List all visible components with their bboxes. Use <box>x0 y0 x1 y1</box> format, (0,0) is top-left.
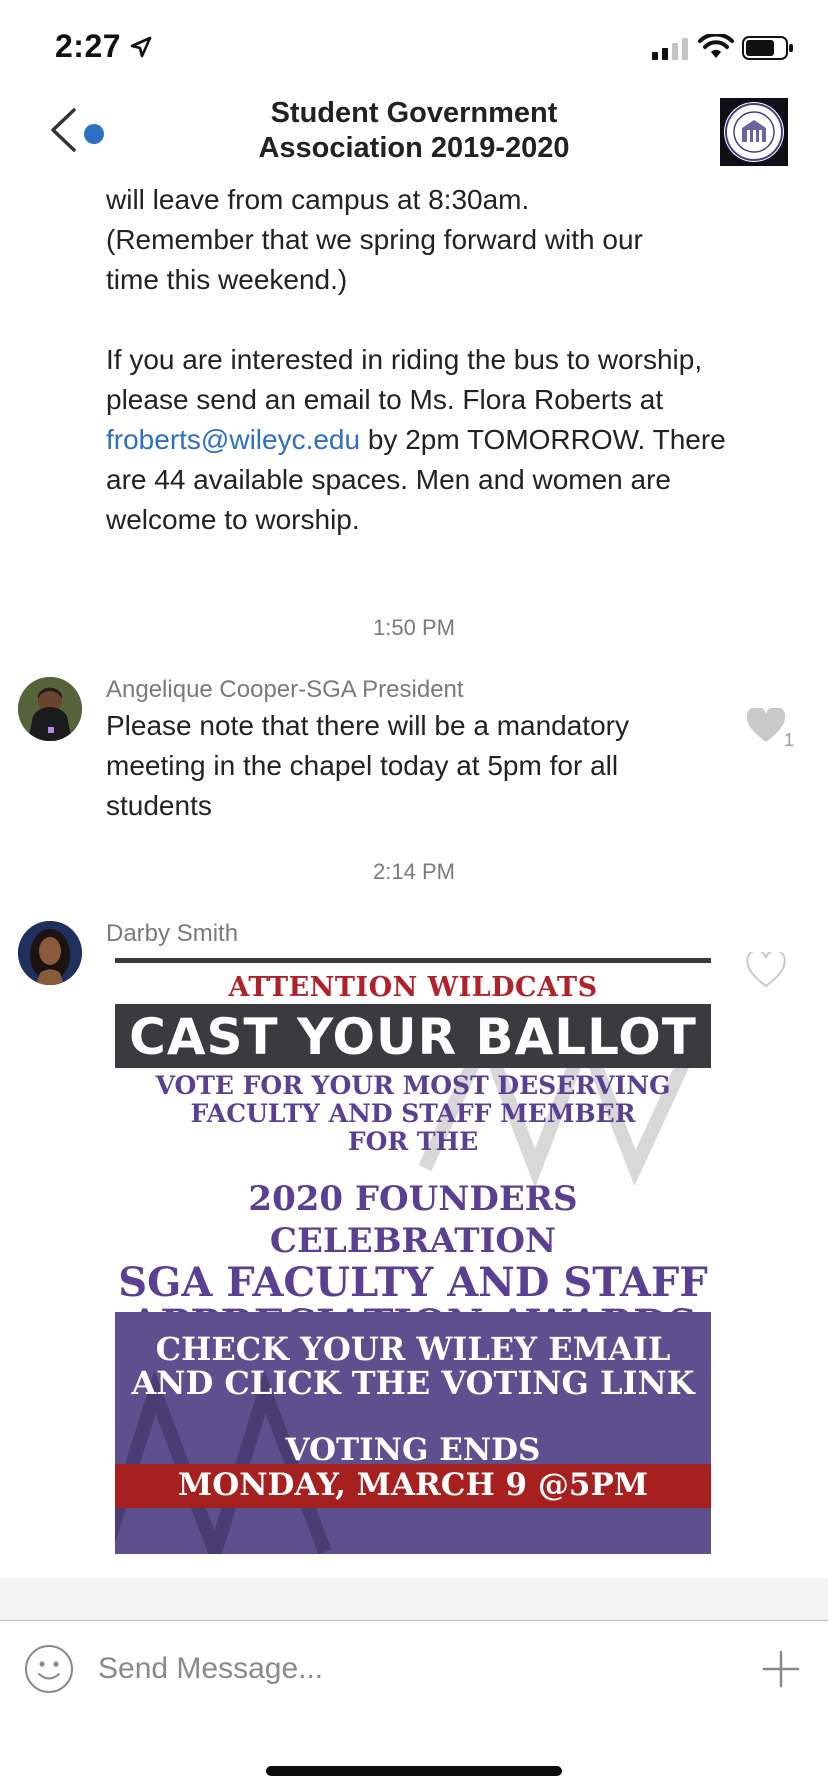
poster-line: AND CLICK THE VOTING LINK <box>131 1364 695 1402</box>
message-paragraph: If you are interested in riding the bus … <box>106 340 736 540</box>
message-line: time this weekend.) <box>106 264 348 295</box>
message-line: (Remember that we spring forward with ou… <box>106 224 643 255</box>
composer-top-strip <box>0 1578 828 1620</box>
sender-name: Darby Smith <box>106 920 239 947</box>
unread-indicator <box>84 124 104 144</box>
attached-poster-image[interactable]: ATTENTION WILDCATS CAST YOUR BALLOT VOTE… <box>115 958 711 1554</box>
poster-line: CHECK YOUR WILEY EMAIL <box>155 1330 671 1368</box>
timestamp: 1:50 PM <box>373 615 455 640</box>
battery-icon <box>742 36 793 60</box>
poster-line: 2020 FOUNDERS CELEBRATION <box>248 1179 578 1261</box>
sga-seal-icon <box>724 102 784 162</box>
poster-line: VOTE FOR YOUR MOST DESERVING <box>155 1071 671 1100</box>
poster-line: SGA FACULTY AND STAFF <box>118 1259 708 1306</box>
poster-headline: CAST YOUR BALLOT <box>129 1008 697 1066</box>
poster-voting-ends: VOTING ENDS <box>285 1432 541 1468</box>
title-line-1: Student Government <box>270 97 558 129</box>
page-title: Student Government Association 2019-2020 <box>200 96 628 166</box>
person-photo <box>18 921 82 985</box>
emoji-icon[interactable] <box>24 1644 74 1694</box>
heart-outline-icon[interactable] <box>746 952 786 988</box>
heart-filled-icon[interactable] <box>746 708 786 744</box>
message-input[interactable] <box>98 1652 698 1686</box>
avatar[interactable] <box>18 677 82 741</box>
person-photo <box>18 677 82 741</box>
poster-top-rule <box>115 958 711 963</box>
message-text: If you are interested in riding the bus … <box>106 344 703 415</box>
add-attachment-icon[interactable] <box>762 1650 800 1688</box>
like-count: 1 <box>784 730 795 750</box>
title-line-2: Association 2019-2020 <box>258 132 570 164</box>
poster-vote-text: VOTE FOR YOUR MOST DESERVING FACULTY AND… <box>115 1072 711 1156</box>
avatar[interactable] <box>18 921 82 985</box>
location-arrow-icon <box>130 36 152 58</box>
sender-name: Angelique Cooper-SGA President <box>106 676 464 703</box>
home-indicator[interactable] <box>266 1766 562 1776</box>
poster-purple-panel: CHECK YOUR WILEY EMAIL AND CLICK THE VOT… <box>115 1312 711 1554</box>
status-time: 2:27 <box>55 28 122 64</box>
group-avatar-logo[interactable] <box>720 98 788 166</box>
email-link[interactable]: froberts@wileyc.edu <box>106 424 360 455</box>
composer-divider <box>0 1620 828 1621</box>
timestamp: 2:14 PM <box>373 859 455 884</box>
poster-attention: ATTENTION WILDCATS <box>228 972 598 1003</box>
message-line: will leave from campus at 8:30am. <box>106 184 530 215</box>
poster-line: FOR THE <box>347 1127 479 1156</box>
poster-instructions: CHECK YOUR WILEY EMAIL AND CLICK THE VOT… <box>115 1332 711 1400</box>
poster-deadline: MONDAY, MARCH 9 @5PM <box>177 1467 649 1503</box>
back-chevron-icon[interactable] <box>48 108 78 152</box>
cellular-signal-icon <box>652 38 688 60</box>
message-body: will leave from campus at 8:30am. (Remem… <box>106 180 746 540</box>
poster-line: FACULTY AND STAFF MEMBER <box>190 1099 636 1128</box>
wifi-icon <box>698 34 734 58</box>
message-body: Please note that there will be a mandato… <box>106 710 629 821</box>
